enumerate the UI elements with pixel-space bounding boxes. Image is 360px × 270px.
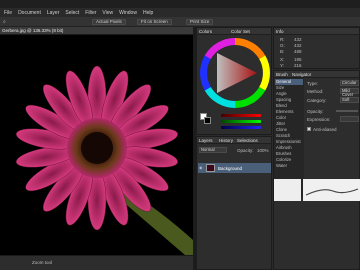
menu-help[interactable]: Help	[143, 10, 153, 16]
document-tab-row: Gerbera.jpg @ 136.33% (8 bit)	[0, 27, 193, 35]
info-value-x: 195	[294, 57, 302, 62]
layer-name: Background	[218, 165, 243, 171]
background-swatch[interactable]	[204, 117, 211, 124]
zoom-icon[interactable]: ⌕	[3, 19, 6, 25]
brush-category-brushes[interactable]: Brushes	[275, 151, 303, 157]
brush-category-label: Category:	[307, 98, 327, 103]
antialiased-label: Anti-aliased	[313, 127, 337, 132]
tab-selections[interactable]: Selections	[237, 138, 258, 143]
brush-category-elements[interactable]: Elements	[275, 109, 303, 115]
info-value-g: 432	[294, 43, 302, 48]
options-toolbar: ⌕ Actual Pixels Fit on Screen Print Size	[0, 17, 360, 27]
menu-file[interactable]: File	[4, 10, 12, 16]
brush-category-impressionist[interactable]: Impressionist	[275, 139, 303, 145]
tab-color-set[interactable]: Color Set	[231, 29, 250, 34]
brush-method-label: Method:	[307, 89, 324, 94]
gerbera-photo	[16, 65, 193, 255]
tab-history[interactable]: History	[219, 138, 233, 143]
window-titlebar	[0, 0, 360, 8]
menu-bar: File Document Layer Select Filter View W…	[0, 8, 360, 17]
green-slider[interactable]	[221, 120, 261, 123]
brush-panel-header: Brush Navigator	[274, 71, 359, 78]
info-panel-header: Info	[274, 28, 359, 35]
brush-type-label: Type:	[307, 81, 319, 86]
antialiased-checkbox[interactable]	[307, 127, 311, 131]
red-slider[interactable]	[221, 114, 261, 117]
menu-select[interactable]: Select	[65, 10, 79, 16]
brush-category-spacing[interactable]: Spacing	[275, 97, 303, 103]
opacity-value[interactable]: 100%	[257, 148, 269, 153]
info-label-g: G:	[280, 43, 285, 48]
brush-category-general[interactable]: General	[275, 79, 303, 85]
brush-category-airbrush[interactable]: Airbrush	[275, 145, 303, 151]
layer-row-background[interactable]: ◉ Background	[198, 163, 271, 173]
brush-preview-small	[274, 179, 301, 201]
tab-colors[interactable]: Colors	[199, 29, 212, 34]
fit-on-screen-button[interactable]: Fit on Screen	[137, 19, 172, 25]
tab-navigator[interactable]: Navigator	[292, 72, 311, 77]
brush-category-jitter[interactable]: Jitter	[275, 121, 303, 127]
brush-category-size[interactable]: Size	[275, 85, 303, 91]
brush-stroke-preview	[303, 179, 360, 201]
actual-pixels-button[interactable]: Actual Pixels	[92, 19, 126, 25]
brush-category-colorize[interactable]: Colorize	[275, 157, 303, 163]
menu-view[interactable]: View	[102, 10, 113, 16]
info-label-x: X:	[280, 57, 285, 62]
info-label-y: Y:	[280, 63, 285, 68]
brush-method-select[interactable]: Mild Cover	[340, 88, 359, 97]
color-panel: Colors Color Set	[196, 27, 272, 135]
brush-type-select[interactable]: Circular	[340, 80, 359, 86]
brush-panel: Brush Navigator General Size Angle Spaci…	[273, 70, 360, 270]
layers-panel-header: Layers History Selections	[197, 137, 271, 144]
brush-category-color[interactable]: Color	[275, 115, 303, 121]
info-label-r: R:	[280, 37, 285, 42]
tab-layers[interactable]: Layers	[199, 138, 213, 143]
brush-category-blend[interactable]: Blend	[275, 103, 303, 109]
brush-expression-select[interactable]	[340, 116, 359, 122]
info-panel: Info R: G: B: 432 432 488 X: Y: 195 216	[273, 27, 360, 69]
brush-category-select[interactable]: Soft	[340, 97, 359, 103]
menu-layer[interactable]: Layer	[47, 10, 60, 16]
color-wheel[interactable]	[198, 36, 272, 110]
brush-category-scratch[interactable]: Scratch	[275, 133, 303, 139]
info-title: Info	[276, 29, 284, 34]
brush-category-angle[interactable]: Angle	[275, 91, 303, 97]
brush-expression-label: Expression:	[307, 117, 331, 122]
menu-filter[interactable]: Filter	[85, 10, 96, 16]
blend-mode-select[interactable]: Normal	[199, 147, 227, 153]
layers-panel: Layers History Selections Normal Opacity…	[196, 136, 272, 270]
visibility-eye-icon[interactable]: ◉	[199, 165, 203, 170]
layer-thumbnail	[206, 164, 215, 172]
menu-window[interactable]: Window	[119, 10, 137, 16]
info-value-b: 488	[294, 49, 302, 54]
info-value-y: 216	[294, 63, 302, 68]
tab-brush[interactable]: Brush	[276, 72, 288, 77]
color-panel-header: Colors Color Set	[197, 28, 271, 35]
info-label-b: B:	[280, 49, 285, 54]
brush-category-clone[interactable]: Clone	[275, 127, 303, 133]
status-bar: Zoom tool	[0, 255, 193, 270]
image-canvas[interactable]	[0, 35, 193, 255]
menu-document[interactable]: Document	[18, 10, 41, 16]
document-tab[interactable]: Gerbera.jpg @ 136.33% (8 bit)	[2, 28, 63, 33]
brush-opacity-label: Opacity:	[307, 109, 324, 114]
info-value-r: 432	[294, 37, 302, 42]
blue-slider[interactable]	[221, 126, 261, 129]
print-size-button[interactable]: Print Size	[186, 19, 214, 25]
status-tool: Zoom tool	[32, 260, 53, 265]
brush-category-water[interactable]: Water	[275, 163, 303, 169]
brush-opacity-slider[interactable]	[336, 110, 358, 112]
opacity-label: Opacity:	[237, 148, 254, 153]
